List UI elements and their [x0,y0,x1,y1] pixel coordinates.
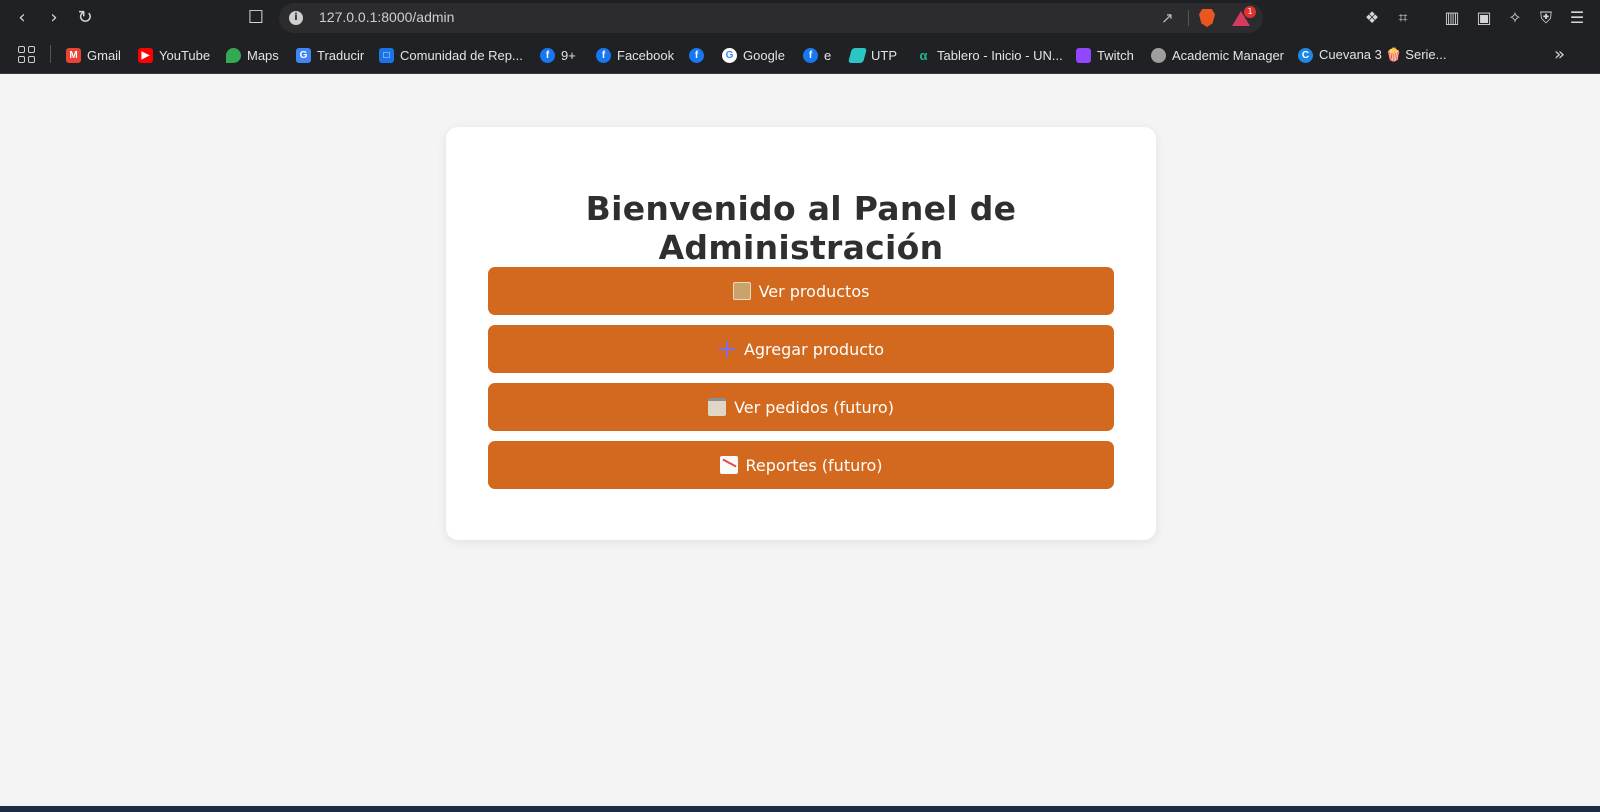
bookmark-facebook[interactable]: f Facebook [596,46,674,64]
plus-icon [718,340,736,358]
tablero-icon: α [919,47,928,63]
bookmark-label: Traducir [317,47,365,63]
bookmark-utp[interactable]: UTP [847,46,897,64]
address-bar[interactable]: i 127.0.0.1:8000/admin ↗ 1 [279,3,1263,33]
facebook-icon: f [540,47,555,63]
bookmarks-divider [50,45,51,63]
button-label: Ver productos [758,281,870,301]
bookmark-facebook-9[interactable]: f 9+ [540,46,576,64]
reportes-button[interactable]: Reportes (futuro) [488,441,1114,489]
browser-toolbar: ‹ › ↻ ☐ i 127.0.0.1:8000/admin ↗ 1 ❖ ⌗ ▥… [0,0,1600,36]
bookmark-label: UTP [871,47,897,63]
forward-icon[interactable]: › [42,6,66,30]
bookmark-label: Gmail [87,47,121,63]
bookmark-facebook-e[interactable]: f e [803,46,831,64]
leo-ai-icon[interactable]: ✧ [1504,7,1526,29]
bookmark-academic-manager[interactable]: Academic Manager [1151,46,1284,64]
globe-icon [1151,47,1166,63]
bookmark-label: Comunidad de Rep... [400,47,523,63]
sidebar-icon[interactable]: ▥ [1441,7,1463,29]
button-label: Agregar producto [743,339,885,359]
site-info-icon[interactable]: i [289,11,303,25]
admin-panel-card: Bienvenido al Panel de Administración Ve… [446,127,1156,540]
chart-decreasing-icon [719,456,738,474]
gmail-icon: M [66,47,81,63]
bookmark-gmail[interactable]: M Gmail [66,46,121,64]
apps-grid-icon[interactable] [18,46,36,64]
bookmark-twitch[interactable]: Twitch [1076,46,1134,64]
more-bookmarks-icon[interactable]: » [1554,44,1565,65]
bookmarks-bar: M Gmail ▶ YouTube Maps G Traducir □ Comu… [0,36,1600,74]
cuevana-icon: C [1298,47,1313,63]
bookmark-label: Maps [247,47,279,63]
bookmark-label: Google [743,47,785,63]
agregar-producto-button[interactable]: Agregar producto [488,325,1114,373]
maps-icon [226,47,241,63]
bookmark-label: Cuevana 3 🍿 Serie... [1319,47,1447,62]
bookmark-label: YouTube [159,47,211,63]
brave-shields-icon[interactable] [1199,9,1215,27]
bookmark-label: Tablero - Inicio - UN... [937,47,1063,63]
vpn-shield-icon[interactable]: ⛨ [1535,7,1557,29]
button-label: Reportes (futuro) [745,455,883,475]
utp-icon [847,47,868,63]
bookmark-label: 9+ [561,47,576,63]
bookmark-cuevana[interactable]: C Cuevana 3 🍿 Serie... [1298,46,1446,64]
bookmark-facebook-icon-only[interactable]: f [689,46,704,64]
bookmark-youtube[interactable]: ▶ YouTube [138,46,210,64]
extensions-icon[interactable]: ❖ [1361,7,1383,29]
twitch-icon [1076,47,1091,63]
bookmark-google[interactable]: G Google [722,46,785,64]
bookmark-label: e [824,47,832,63]
bookmark-label: Twitch [1097,47,1134,63]
url-text[interactable]: 127.0.0.1:8000/admin [319,9,454,25]
omnibox-divider [1188,10,1189,26]
clipboard-icon [708,398,727,416]
bookmark-comunidad[interactable]: □ Comunidad de Rep... [379,46,523,64]
youtube-icon: ▶ [138,47,153,63]
package-icon [732,282,751,300]
menu-icon[interactable]: ☰ [1566,7,1588,29]
bookmark-tablero[interactable]: α Tablero - Inicio - UN... [916,46,1063,64]
bookmark-traducir[interactable]: G Traducir [296,46,364,64]
wallet-icon[interactable]: ▣ [1473,7,1495,29]
calendar-icon: □ [379,47,394,63]
share-icon[interactable]: ↗ [1161,9,1174,27]
translate-icon: G [296,47,311,63]
facebook-icon: f [689,47,704,63]
reload-icon[interactable]: ↻ [73,6,97,30]
button-label: Ver pedidos (futuro) [734,397,894,417]
google-icon: G [722,47,737,63]
rewards-badge: 1 [1244,6,1256,18]
facebook-icon: f [596,47,611,63]
page-title: Bienvenido al Panel de Administración [585,189,1017,267]
os-taskbar-edge [0,806,1600,812]
bookmark-maps[interactable]: Maps [226,46,279,64]
bookmark-label: Facebook [617,47,675,63]
bookmark-label: Academic Manager [1172,47,1284,63]
facebook-icon: f [803,47,818,63]
bookmark-icon[interactable]: ☐ [244,6,268,30]
ver-pedidos-button[interactable]: Ver pedidos (futuro) [488,383,1114,431]
back-icon[interactable]: ‹ [10,6,34,30]
ver-productos-button[interactable]: Ver productos [488,267,1114,315]
reader-mode-icon[interactable]: ⌗ [1392,7,1414,29]
